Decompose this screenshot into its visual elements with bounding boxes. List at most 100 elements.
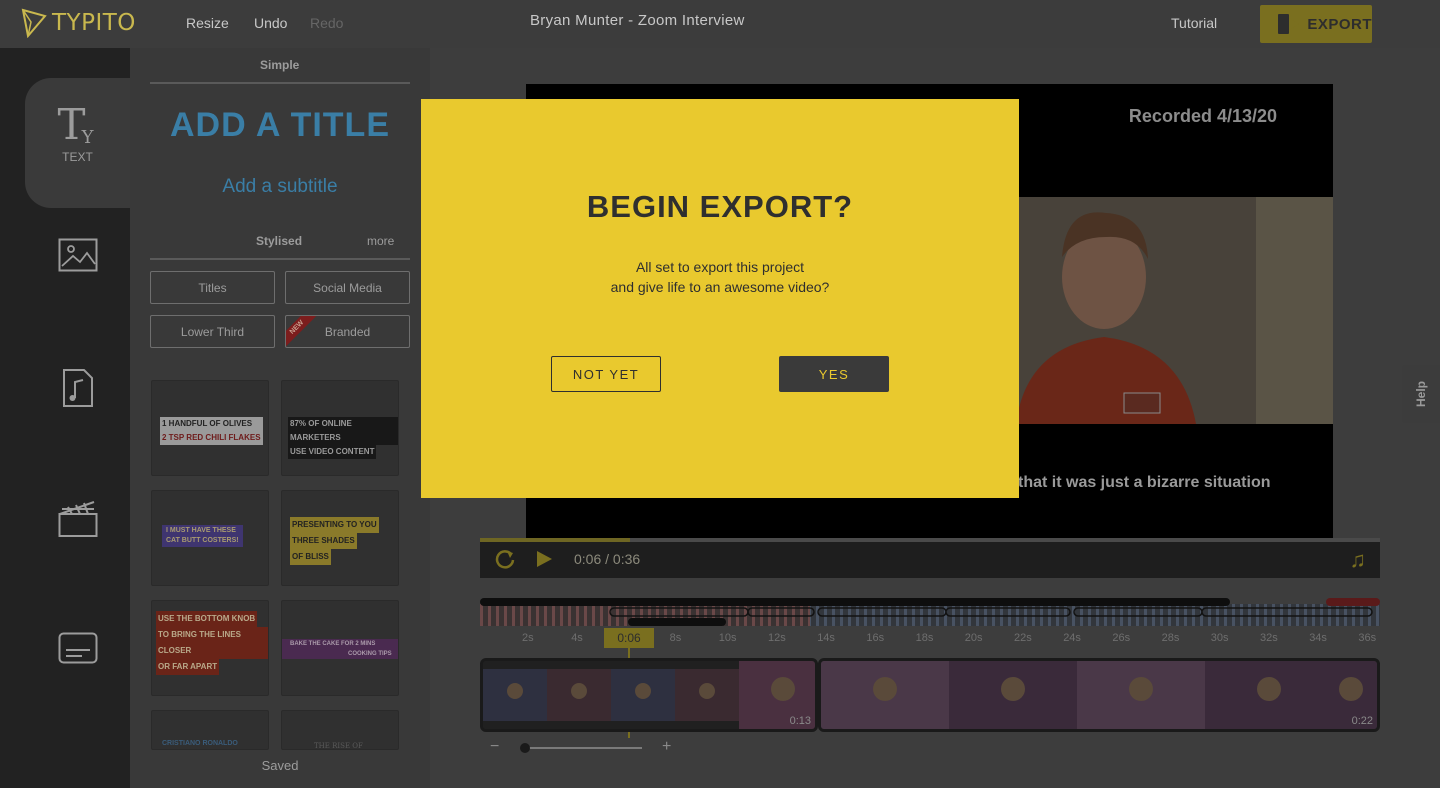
- template-line: I MUST HAVE THESE: [166, 527, 236, 534]
- time-separator: /: [605, 551, 610, 567]
- video-clip[interactable]: 0:22: [818, 658, 1380, 732]
- template-thumbnail[interactable]: 1 HANDFUL OF OLIVES 2 TSP RED CHILI FLAK…: [151, 380, 269, 476]
- top-bar: TYPITO Resize Undo Redo Bryan Munter - Z…: [0, 0, 1440, 48]
- playhead-time-label[interactable]: 0:06: [604, 628, 654, 648]
- dialog-title: BEGIN EXPORT?: [586, 189, 854, 224]
- ruler-tick-label: 4s: [571, 632, 583, 644]
- template-thumbnail[interactable]: THE RISE OF: [281, 710, 399, 750]
- ruler-tick-label: 36s: [1358, 632, 1377, 644]
- zoom-out-button[interactable]: −: [490, 738, 499, 756]
- stylised-heading: Stylised: [256, 234, 303, 248]
- zoom-in-button[interactable]: +: [662, 738, 671, 756]
- ruler-tick-label: 28s: [1161, 632, 1180, 644]
- divider: [150, 82, 410, 84]
- divider: [150, 258, 410, 260]
- sidebar-item-video[interactable]: [25, 498, 130, 542]
- simple-heading: Simple: [260, 58, 300, 72]
- current-time: 0:06: [574, 551, 602, 567]
- music-note-icon[interactable]: ♫: [1350, 547, 1367, 573]
- more-link[interactable]: more: [367, 234, 394, 248]
- ruler-tick-label: 16s: [866, 632, 885, 644]
- template-line: OR FAR APART: [156, 659, 220, 675]
- replay-icon[interactable]: [494, 548, 516, 570]
- ruler-tick-label: 18s: [915, 632, 934, 644]
- help-label: Help: [1413, 380, 1428, 408]
- subtitle-icon: [58, 632, 97, 664]
- add-title-template[interactable]: ADD A TITLE: [150, 106, 410, 145]
- save-status: Saved: [261, 758, 299, 773]
- category-titles[interactable]: Titles: [150, 271, 275, 304]
- typito-logo-icon: [21, 8, 47, 38]
- not-yet-button[interactable]: NOT YET: [551, 356, 661, 392]
- sidebar-item-text[interactable]: TY TEXT: [25, 78, 130, 208]
- zoom-slider-track[interactable]: [524, 747, 642, 749]
- typito-logo[interactable]: TYPITO: [20, 8, 136, 38]
- dialog-message-line: All set to export this project: [635, 259, 805, 275]
- clip-thumbnails: [483, 661, 815, 729]
- dialog-message: All set to export this project and give …: [421, 257, 1019, 297]
- sidebar-item-label: TEXT: [62, 150, 93, 164]
- template-thumbnail[interactable]: I MUST HAVE THESE CAT BUTT COSTERS!: [151, 490, 269, 586]
- total-duration: 0:36: [612, 551, 641, 567]
- timeline-zoom-control: − +: [490, 738, 690, 756]
- yes-button[interactable]: YES: [779, 356, 889, 392]
- template-thumbnail[interactable]: CRISTIANO RONALDO: [151, 710, 269, 750]
- template-line: 2 TSP RED CHILI FLAKES: [162, 433, 261, 442]
- template-thumbnail[interactable]: 87% OF ONLINE MARKETERS USE VIDEO CONTEN…: [281, 380, 399, 476]
- recorded-date-text: Recorded 4/13/20: [1128, 106, 1277, 126]
- zoom-slider-handle[interactable]: [520, 743, 530, 753]
- category-branded[interactable]: NEW Branded: [285, 315, 410, 348]
- export-confirm-dialog: BEGIN EXPORT? All set to export this pro…: [421, 99, 1019, 498]
- template-line: BAKE THE CAKE FOR 2 MINS: [290, 641, 376, 647]
- clapperboard-icon: [58, 501, 97, 537]
- category-social-media[interactable]: Social Media: [285, 271, 410, 304]
- sidebar-item-images[interactable]: [25, 238, 130, 280]
- ruler-tick-label: 14s: [817, 632, 835, 644]
- clip-thumbnails: [821, 661, 1377, 729]
- template-thumbnail[interactable]: PRESENTING TO YOU THREE SHADES OF BLISS: [281, 490, 399, 586]
- clip-duration: 0:22: [1351, 715, 1373, 727]
- template-line: OF BLISS: [290, 549, 331, 565]
- video-caption: that it was just a bizarre situation: [1018, 474, 1271, 491]
- ruler-tick-label: 2s: [522, 632, 534, 644]
- export-button[interactable]: EXPORT: [1260, 5, 1372, 43]
- add-subtitle-template[interactable]: Add a subtitle: [150, 176, 410, 198]
- template-line: THE RISE OF: [314, 742, 363, 750]
- text-panel: Simple ADD A TITLE Add a subtitle Stylis…: [130, 48, 430, 788]
- video-clip[interactable]: 0:13: [480, 658, 818, 732]
- help-tab[interactable]: Help: [1402, 365, 1440, 423]
- sidebar-item-subtitles[interactable]: [25, 632, 130, 668]
- clip-duration: 0:13: [789, 715, 811, 727]
- template-line: COOKING TIPS: [348, 651, 392, 657]
- playback-progress-fill: [480, 538, 631, 542]
- player-controls: 0:06 / 0:36 ♫: [480, 538, 1380, 578]
- project-title[interactable]: Bryan Munter - Zoom Interview: [530, 12, 770, 29]
- tutorial-link[interactable]: Tutorial: [1171, 15, 1217, 31]
- template-line: 1 HANDFUL OF OLIVES: [162, 419, 253, 428]
- music-file-icon: [62, 369, 93, 407]
- ruler-tick-label: 32s: [1260, 632, 1278, 644]
- person-video-image: [996, 197, 1333, 424]
- webcam-video-frame: [996, 197, 1333, 424]
- sidebar-item-audio[interactable]: [25, 368, 130, 412]
- undo-button[interactable]: Undo: [254, 15, 287, 31]
- ruler-tick-label: 10s: [718, 632, 737, 644]
- category-label: Branded: [324, 324, 371, 339]
- logo-text: TYPITO: [52, 10, 136, 36]
- image-icon: [58, 238, 97, 272]
- resize-button[interactable]: Resize: [186, 15, 229, 31]
- caption-track[interactable]: [480, 598, 1380, 628]
- video-play-icon: [1278, 14, 1300, 34]
- template-thumbnail[interactable]: BAKE THE CAKE FOR 2 MINS COOKING TIPS: [281, 600, 399, 696]
- template-thumbnail[interactable]: USE THE BOTTOM KNOB TO BRING THE LINES C…: [151, 600, 269, 696]
- template-line: PRESENTING TO YOU: [290, 517, 379, 533]
- left-sidebar: TY TEXT: [0, 48, 130, 788]
- template-line: USE VIDEO CONTENT: [288, 445, 377, 459]
- export-label: EXPORT: [1307, 15, 1372, 33]
- category-lower-third[interactable]: Lower Third: [150, 315, 275, 348]
- play-icon[interactable]: [534, 549, 554, 569]
- redo-button[interactable]: Redo: [310, 15, 343, 31]
- ruler-tick-label: 8s: [669, 632, 682, 644]
- text-icon: TY: [57, 100, 94, 149]
- ruler-tick-label: 34s: [1309, 632, 1327, 644]
